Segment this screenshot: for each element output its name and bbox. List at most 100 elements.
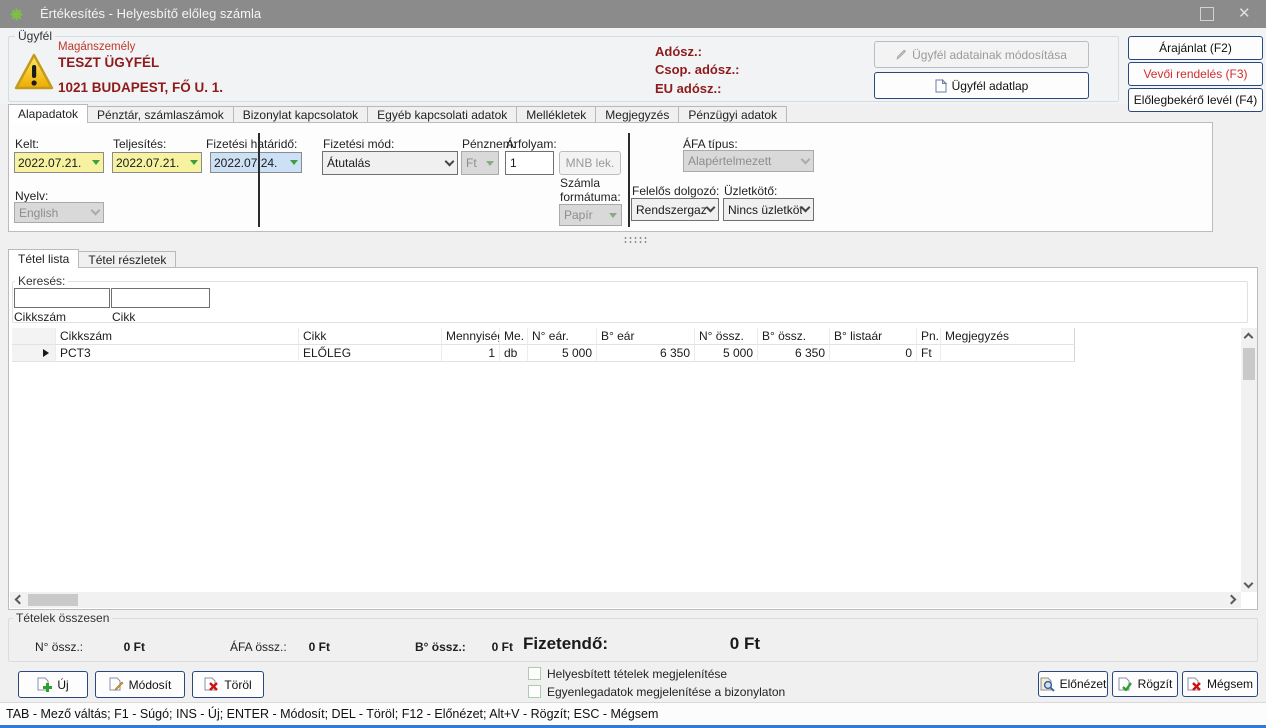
delete-icon [204,677,219,692]
col-b-ear[interactable]: B° eár [597,328,695,345]
tab-mellekletek[interactable]: Mellékletek [516,106,596,123]
felelos-combo[interactable]: Rendszergazda Ge [631,198,719,221]
table-row[interactable]: PCT3 ELŐLEG 1 db 5 000 6 350 5 000 6 350… [12,345,1075,362]
felelos-label: Felelős dolgozó: [632,184,719,198]
maximize-icon[interactable] [1200,7,1214,21]
chevron-down-icon [801,154,811,164]
col-n-ossz[interactable]: N° össz. [695,328,758,345]
uzletkoto-combo[interactable]: Nincs üzletkötő [723,198,814,221]
chevron-down-icon[interactable] [290,160,298,165]
vat-total-value: 0 Ft [270,640,330,654]
horizontal-scroll-thumb[interactable] [28,594,78,606]
col-pn[interactable]: Pn. [917,328,941,345]
search-cikkszam-input[interactable] [14,288,110,308]
preview-button[interactable]: Előnézet [1038,671,1108,697]
warning-icon [13,52,55,92]
group-tax-number-label: Csop. adósz.: [655,62,740,77]
scroll-down-icon[interactable] [1244,579,1254,589]
scroll-left-icon[interactable] [15,595,25,605]
nyelv-combo[interactable]: English [14,202,104,223]
hatarido-datefield[interactable]: 2022.07.24. [210,152,302,173]
tab-tetel-reszletek[interactable]: Tétel részletek [78,251,176,268]
arajanlat-button[interactable]: Árajánlat (F2) [1128,36,1263,60]
customer-datasheet-label: Ügyfél adatlap [952,79,1029,93]
arfolyam-input[interactable]: 1 [505,151,554,175]
col-indicator[interactable] [12,328,56,345]
chevron-down-icon[interactable] [445,156,455,166]
form-divider [628,133,630,227]
afa-tipus-combo[interactable]: Alapértelmezett [683,150,814,172]
customer-name: TESZT ÜGYFÉL [58,55,159,70]
eu-tax-number-label: EU adósz.: [655,81,721,96]
fizetesi-mod-value: Átutalás [327,156,446,170]
col-megjegyzes[interactable]: Megjegyzés [941,328,1075,345]
col-n-ear[interactable]: N° eár. [528,328,597,345]
modify-customer-button[interactable]: Ügyfél adatainak módosítása [874,41,1089,68]
fizetesi-mod-combo[interactable]: Átutalás [322,151,458,175]
gross-total-label: B° össz.: [415,640,466,654]
tab-tetel-lista[interactable]: Tétel lista [8,249,79,268]
delete-item-button[interactable]: Töröl [192,671,264,698]
edit-item-button[interactable]: Módosít [95,671,185,698]
mnb-button[interactable]: MNB lek. [559,151,621,175]
search-cikk-input[interactable] [111,288,210,308]
chevron-down-icon[interactable] [92,160,100,165]
customer-address: 1021 BUDAPEST, FŐ U. 1. [58,80,223,95]
col-cikk[interactable]: Cikk [299,328,442,345]
col-b-listaar[interactable]: B° listaár [830,328,917,345]
szamla-formatum-label: Számla formátuma: [560,176,632,204]
cancel-button[interactable]: Mégsem [1182,671,1258,697]
tab-egyeb-kapcsolati-adatok[interactable]: Egyéb kapcsolati adatok [367,106,517,123]
tab-penzugyi-adatok[interactable]: Pénzügyi adatok [678,106,787,123]
save-button[interactable]: Rögzít [1112,671,1178,697]
tab-penztar-szamlaszamok[interactable]: Pénztár, számlaszámok [87,106,234,123]
col-me[interactable]: Me. [500,328,528,345]
splitter-grip[interactable] [623,236,647,243]
net-total-label: N° össz.: [35,640,83,654]
cell-megjegyzes [941,345,1075,362]
chevron-down-icon[interactable] [801,203,811,213]
szamla-formatum-value: Papír [564,208,609,222]
col-cikkszam[interactable]: Cikkszám [56,328,299,345]
customer-panel: Ügyfél Magánszemély TESZT ÜGYFÉL 1021 BU… [0,28,1266,104]
new-item-button[interactable]: Új [18,671,88,698]
egyenleg-checkbox[interactable] [528,685,541,698]
vertical-scroll-thumb[interactable] [1243,348,1255,380]
col-mennyiseg[interactable]: Mennyiség [442,328,500,345]
cell-n-ear: 5 000 [528,345,597,362]
cell-b-ossz: 6 350 [758,345,830,362]
save-check-icon [1118,677,1133,692]
horizontal-scrollbar[interactable] [10,592,1241,608]
teljesites-datefield[interactable]: 2022.07.21. [112,152,202,173]
fizetesi-mod-label: Fizetési mód: [323,137,394,151]
vevoi-rendeles-button[interactable]: Vevői rendelés (F3) [1128,62,1263,86]
modify-customer-label: Ügyfél adatainak módosítása [912,48,1067,62]
szamla-formatum-combo[interactable]: Papír [559,204,622,226]
chevron-down-icon [91,206,101,216]
col-b-ossz[interactable]: B° össz. [758,328,830,345]
customer-datasheet-button[interactable]: Ügyfél adatlap [874,72,1089,99]
scroll-up-icon[interactable] [1244,333,1254,343]
scroll-right-icon[interactable] [1227,595,1237,605]
tab-megjegyzes[interactable]: Megjegyzés [595,106,679,123]
penznem-value: Ft [466,156,486,170]
tab-bizonylat-kapcsolatok[interactable]: Bizonylat kapcsolatok [233,106,368,123]
elolegbekero-label: Előlegbekérő levél (F4) [1134,93,1257,107]
close-icon[interactable]: ✕ [1238,4,1251,22]
chevron-down-icon[interactable] [190,160,198,165]
kelt-datefield[interactable]: 2022.07.21. [14,152,104,173]
cell-mennyiseg: 1 [442,345,500,362]
cell-cikkszam: PCT3 [56,345,299,362]
main-tab-strip: Alapadatok Pénztár, számlaszámok Bizonyl… [8,104,786,123]
elolegbekero-button[interactable]: Előlegbekérő levél (F4) [1128,88,1263,112]
vertical-scrollbar[interactable] [1241,328,1257,592]
app-icon [10,8,23,21]
tab-alapadatok[interactable]: Alapadatok [8,104,88,123]
chevron-down-icon[interactable] [706,203,716,213]
gross-total-value: 0 Ft [468,640,513,654]
totals-group-label: Tételek összesen [13,611,112,625]
cancel-icon [1187,677,1202,692]
penznem-combo[interactable]: Ft [461,151,499,175]
hatarido-label: Fizetési határidő: [206,137,297,151]
helyesbitett-checkbox[interactable] [528,667,541,680]
